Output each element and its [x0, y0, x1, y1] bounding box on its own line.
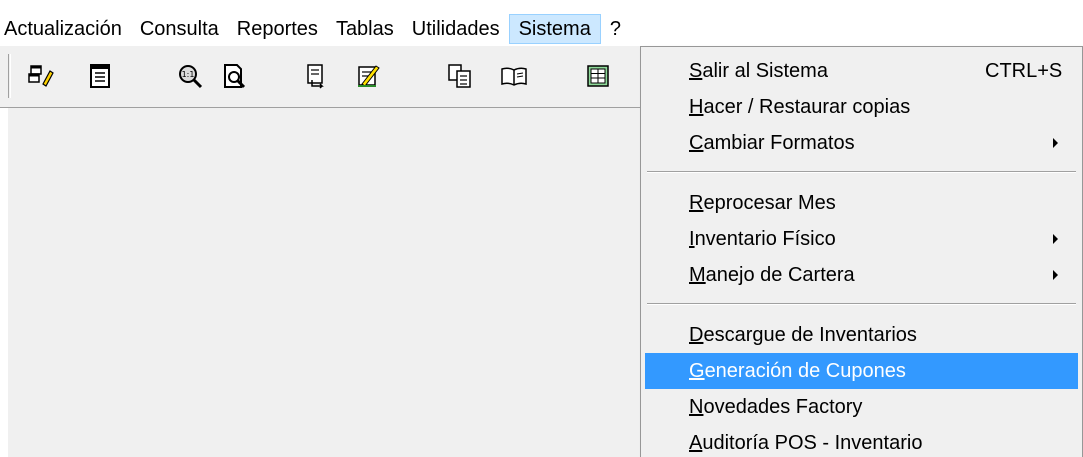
- menu-item-label: eprocesar Mes: [703, 192, 836, 214]
- menu-item-label: alir al Sistema: [702, 60, 828, 82]
- menu-separator: [647, 171, 1076, 173]
- menu-item-reprocesar-mes[interactable]: Reprocesar Mes: [645, 185, 1078, 221]
- application-window: Actualización Consulta Reportes Tablas U…: [0, 0, 1083, 457]
- menu-sistema[interactable]: Sistema: [508, 14, 601, 44]
- document-arrow-icon: [307, 64, 324, 89]
- shortcut-label: CTRL+S: [985, 60, 1063, 82]
- menu-item-manejo-de-cartera[interactable]: Manejo de Cartera: [645, 257, 1078, 293]
- window-edit-icon: [28, 65, 54, 87]
- menu-item-label: anejo de Cartera: [705, 264, 855, 286]
- menu-actualizacion[interactable]: Actualización: [0, 14, 131, 44]
- menu-item-cambiar-formatos[interactable]: Cambiar Formatos: [645, 125, 1078, 161]
- document-edit-button[interactable]: [350, 58, 386, 94]
- mnemonic: R: [689, 192, 704, 214]
- cropped-header: [0, 0, 1083, 12]
- menu-bar: Actualización Consulta Reportes Tablas U…: [0, 12, 1083, 46]
- menu-item-generacion-de-cupones[interactable]: Generación de Cupones: [645, 353, 1078, 389]
- menu-item-salir-al-sistema[interactable]: Salir al Sistema CTRL+S: [645, 53, 1078, 89]
- menu-item-label: escargue de Inventarios: [703, 324, 917, 346]
- mnemonic: S: [689, 60, 703, 82]
- menu-help[interactable]: ?: [601, 14, 630, 44]
- submenu-arrow-icon: [1053, 138, 1058, 148]
- mnemonic: D: [689, 324, 704, 346]
- menu-separator: [647, 303, 1076, 305]
- print-preview-icon: [224, 64, 246, 89]
- notepad-button[interactable]: [82, 58, 118, 94]
- menu-tablas[interactable]: Tablas: [327, 14, 403, 44]
- menu-consulta[interactable]: Consulta: [131, 14, 228, 44]
- copy-pages-button[interactable]: [442, 58, 478, 94]
- mnemonic: H: [689, 96, 704, 118]
- open-book-icon: [501, 67, 527, 86]
- copy-pages-icon: [448, 64, 471, 88]
- menu-item-label: acer / Restaurar copias: [703, 96, 911, 118]
- mnemonic: N: [689, 396, 704, 418]
- workspace-left-edge: [0, 108, 8, 457]
- zoom-actual-size-button[interactable]: 1:1: [172, 58, 208, 94]
- mnemonic: G: [689, 360, 705, 382]
- toolbar-grip[interactable]: [8, 54, 11, 98]
- mnemonic: A: [689, 432, 703, 454]
- mnemonic: M: [689, 264, 706, 286]
- menu-item-hacer-restaurar-copias[interactable]: Hacer / Restaurar copias: [645, 89, 1078, 125]
- spreadsheet-icon: [587, 65, 609, 87]
- sistema-dropdown-menu: Salir al Sistema CTRL+S Hacer / Restaura…: [640, 46, 1083, 457]
- notepad-icon: [90, 64, 110, 88]
- menu-item-auditoria-pos-inventario[interactable]: Auditoría POS - Inventario: [645, 425, 1078, 457]
- submenu-arrow-icon: [1053, 234, 1058, 244]
- open-book-button[interactable]: [496, 58, 532, 94]
- menu-item-descargue-de-inventarios[interactable]: Descargue de Inventarios: [645, 317, 1078, 353]
- menu-item-novedades-factory[interactable]: Novedades Factory: [645, 389, 1078, 425]
- menu-item-label: ambiar Formatos: [703, 132, 855, 154]
- window-edit-button[interactable]: [24, 58, 60, 94]
- submenu-arrow-icon: [1053, 270, 1058, 280]
- menu-item-inventario-fisico[interactable]: Inventario Físico: [645, 221, 1078, 257]
- menu-item-label: nventario Físico: [694, 228, 836, 250]
- menu-reportes[interactable]: Reportes: [228, 14, 327, 44]
- menu-item-label: uditoría POS - Inventario: [702, 432, 923, 454]
- zoom-1-1-icon: 1:1: [179, 65, 203, 89]
- menu-item-label: eneración de Cupones: [704, 360, 906, 382]
- print-preview-button[interactable]: [216, 58, 252, 94]
- spreadsheet-button[interactable]: [580, 58, 616, 94]
- document-arrow-button[interactable]: [298, 58, 334, 94]
- svg-text:1:1: 1:1: [182, 70, 195, 79]
- document-edit-icon: [358, 65, 380, 87]
- menu-item-label: ovedades Factory: [703, 396, 863, 418]
- menu-utilidades[interactable]: Utilidades: [403, 14, 509, 44]
- mnemonic: C: [689, 132, 704, 154]
